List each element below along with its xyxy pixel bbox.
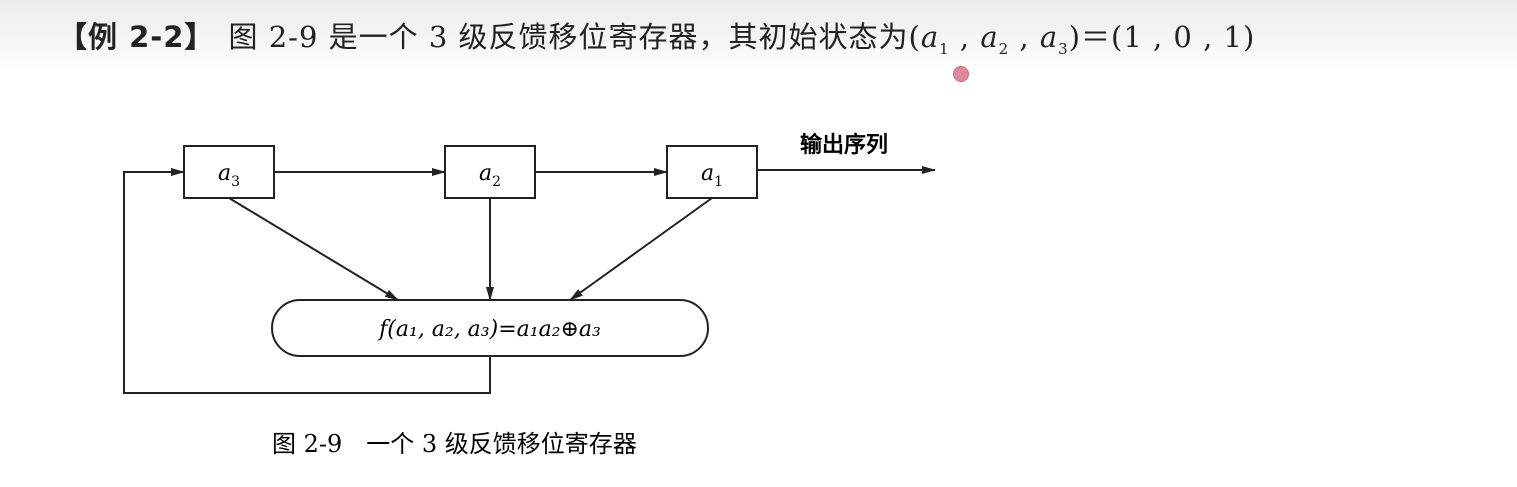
feedback-function-label: f(a₁, a₂, a₃)=a₁a₂⊕a₃ <box>377 317 601 342</box>
tap-a3 <box>228 197 399 301</box>
feedback-loop <box>123 168 491 394</box>
tap-a1 <box>569 197 713 301</box>
shift-register-diagram: a3 a2 a1 输出序列 f(a₁, a₂, a₃)=a₁a₂⊕a₃ 图 2-… <box>123 132 936 458</box>
output-sequence-label: 输出序列 <box>800 132 888 158</box>
figure-caption: 图 2-9 一个 3 级反馈移位寄存器 <box>272 430 637 458</box>
